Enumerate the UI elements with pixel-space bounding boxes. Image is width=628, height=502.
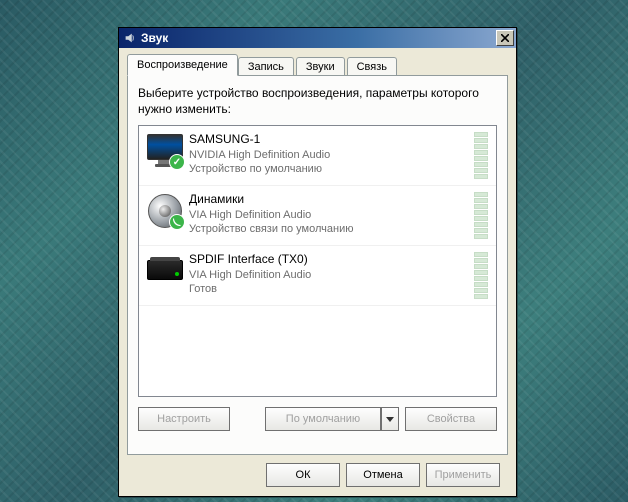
sound-icon <box>123 31 137 45</box>
sound-dialog: Звук Воспроизведение Запись Звуки Связь … <box>118 27 517 497</box>
configure-button[interactable]: Настроить <box>138 407 230 431</box>
set-default-button[interactable]: По умолчанию <box>265 407 399 431</box>
tab-strip: Воспроизведение Запись Звуки Связь <box>127 54 508 76</box>
device-subtitle: VIA High Definition Audio <box>189 268 470 282</box>
device-list[interactable]: ✓ SAMSUNG-1 NVIDIA High Definition Audio… <box>138 125 497 397</box>
device-item[interactable]: ✓ SAMSUNG-1 NVIDIA High Definition Audio… <box>139 126 496 186</box>
device-name: SPDIF Interface (TX0) <box>189 252 470 268</box>
device-name: SAMSUNG-1 <box>189 132 470 148</box>
monitor-icon: ✓ <box>147 132 183 168</box>
properties-button[interactable]: Свойства <box>405 407 497 431</box>
close-button[interactable] <box>496 30 514 46</box>
titlebar[interactable]: Звук <box>119 28 516 48</box>
level-meter-icon <box>474 192 488 239</box>
device-status: Устройство по умолчанию <box>189 162 470 176</box>
device-status: Готов <box>189 282 470 296</box>
spdif-icon <box>147 252 183 288</box>
cancel-button[interactable]: Отмена <box>346 463 420 487</box>
set-default-dropdown[interactable] <box>381 407 399 431</box>
window-title: Звук <box>141 31 496 45</box>
device-subtitle: NVIDIA High Definition Audio <box>189 148 470 162</box>
tab-sounds[interactable]: Звуки <box>296 57 345 76</box>
ok-button[interactable]: ОК <box>266 463 340 487</box>
device-status: Устройство связи по умолчанию <box>189 222 470 236</box>
device-item[interactable]: Динамики VIA High Definition Audio Устро… <box>139 186 496 246</box>
default-comm-icon <box>169 214 185 230</box>
device-subtitle: VIA High Definition Audio <box>189 208 470 222</box>
level-meter-icon <box>474 252 488 299</box>
instruction-text: Выберите устройство воспроизведения, пар… <box>138 86 497 117</box>
apply-button[interactable]: Применить <box>426 463 500 487</box>
level-meter-icon <box>474 132 488 179</box>
dialog-button-row: ОК Отмена Применить <box>127 455 508 487</box>
tab-communications[interactable]: Связь <box>347 57 397 76</box>
panel-button-row: Настроить По умолчанию Свойства <box>138 407 497 431</box>
device-item[interactable]: SPDIF Interface (TX0) VIA High Definitio… <box>139 246 496 306</box>
speaker-icon <box>147 192 183 228</box>
default-check-icon: ✓ <box>169 154 185 170</box>
tab-recording[interactable]: Запись <box>238 57 294 76</box>
content-area: Воспроизведение Запись Звуки Связь Выбер… <box>119 48 516 495</box>
tab-playback[interactable]: Воспроизведение <box>127 54 238 76</box>
chevron-down-icon <box>386 417 394 422</box>
playback-panel: Выберите устройство воспроизведения, пар… <box>127 75 508 455</box>
device-name: Динамики <box>189 192 470 208</box>
